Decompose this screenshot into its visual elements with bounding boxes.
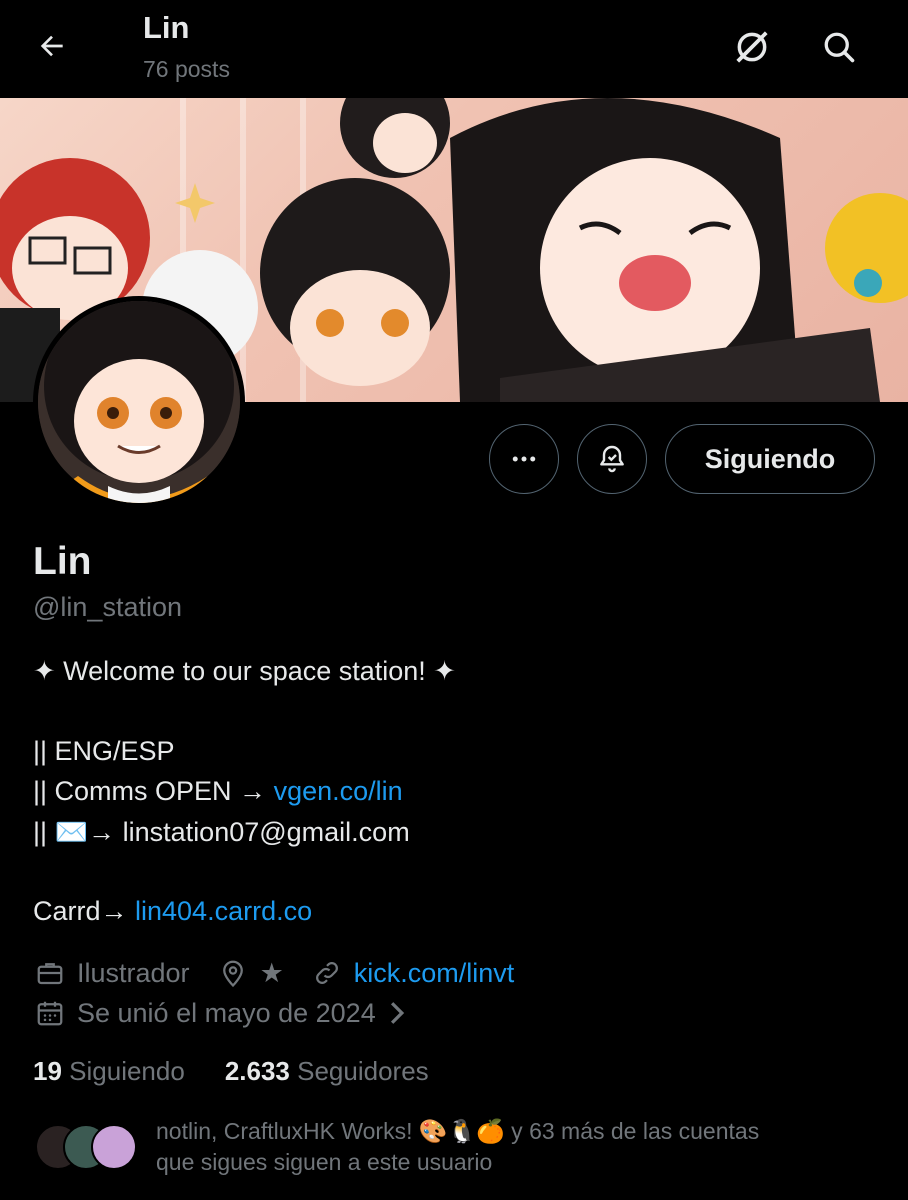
notifications-button[interactable]: [577, 424, 647, 494]
posts-count: 76 posts: [143, 56, 230, 82]
calendar-icon: [33, 996, 67, 1030]
bio-line-3-prefix: || Comms OPEN →: [33, 776, 274, 806]
briefcase-icon: [33, 956, 67, 990]
profession-text: Ilustrador: [77, 957, 190, 988]
following-label: Siguiendo: [69, 1056, 185, 1086]
bio-line-2: || ENG/ESP: [33, 736, 175, 766]
carrd-link[interactable]: lin404.carrd.co: [135, 896, 312, 926]
search-icon: [824, 32, 855, 63]
followers-label: Seguidores: [297, 1056, 429, 1086]
profile-handle: @lin_station: [33, 592, 182, 622]
chevron-right-icon: [386, 1000, 408, 1026]
followers-stat[interactable]: 2.633 Seguidores: [225, 1056, 429, 1087]
email-text: linstation07@gmail.com: [122, 817, 410, 847]
profile-avatar[interactable]: [33, 296, 245, 508]
grok-button[interactable]: [729, 24, 775, 70]
arrow-left-icon: [40, 35, 63, 57]
bio-line-1: ✦ Welcome to our space station! ✦: [33, 656, 456, 686]
location-pin-icon: [216, 956, 250, 990]
back-button[interactable]: [30, 24, 74, 68]
top-bar: Lin 76 posts: [0, 0, 908, 98]
joined-row[interactable]: Se unió el mayo de 2024: [33, 996, 408, 1030]
followers-count: 2.633: [224, 1056, 290, 1086]
bio-line-4: || ✉️→ linstation07@gmail.com: [33, 816, 410, 848]
avatar-illustration: [38, 301, 240, 503]
bell-check-icon: [600, 445, 624, 473]
more-icon: [512, 456, 536, 462]
following-stat[interactable]: 19 Siguiendo: [33, 1056, 185, 1087]
more-button[interactable]: [489, 424, 559, 494]
link-icon: [310, 956, 344, 990]
bio-line-5: Carrd→ lin404.carrd.co: [33, 896, 312, 927]
grok-icon: [736, 31, 768, 63]
vgen-link[interactable]: vgen.co/lin: [274, 776, 403, 806]
profile-meta-row: Ilustrador ★ kick.com/linvt: [33, 956, 514, 990]
page-title: Lin: [143, 10, 190, 45]
search-button[interactable]: [816, 24, 862, 70]
following-count: 19: [33, 1056, 62, 1086]
following-button[interactable]: Siguiendo: [665, 424, 875, 494]
profile-name: Lin: [33, 540, 92, 583]
followers-you-know-avatars[interactable]: [35, 1124, 137, 1172]
followers-you-know-line-1: notlin, CraftluxHK Works! 🎨🐧🍊 y 63 más d…: [156, 1118, 760, 1144]
website-link[interactable]: kick.com/linvt: [354, 958, 515, 989]
bio-line-3: || Comms OPEN → vgen.co/lin: [33, 776, 403, 807]
followers-you-know-line-2: que sigues siguen a este usuario: [156, 1149, 493, 1175]
location-text: ★: [259, 957, 284, 988]
bio-line-4-prefix: || ✉️→: [33, 817, 123, 847]
follow-stats: 19 Siguiendo 2.633 Seguidores: [33, 1056, 429, 1087]
bio-line-5-prefix: Carrd→: [33, 896, 136, 926]
joined-text: Se unió el mayo de 2024: [77, 997, 376, 1028]
followers-you-know[interactable]: notlin, CraftluxHK Works! 🎨🐧🍊 y 63 más d…: [156, 1116, 876, 1178]
